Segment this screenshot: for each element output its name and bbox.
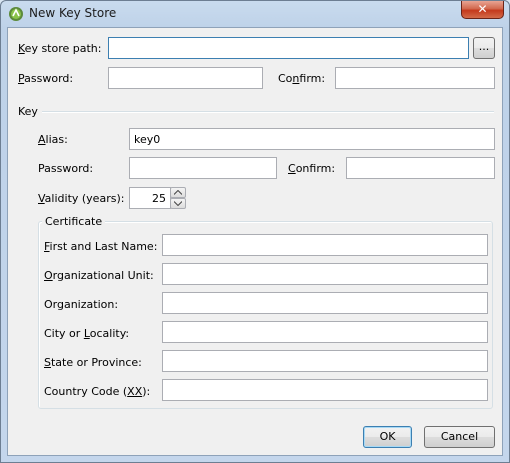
city-input[interactable]	[162, 321, 488, 343]
key-section-label: Key	[18, 105, 38, 118]
keystore-confirm-label: Confirm:	[278, 72, 326, 85]
key-separator	[42, 111, 494, 113]
alias-label: Alias:	[38, 133, 68, 146]
title-bar[interactable]: New Key Store ✕	[1, 1, 509, 27]
validity-input[interactable]	[129, 187, 171, 209]
country-code-label: Country Code (XX):	[44, 385, 151, 398]
close-button[interactable]: ✕	[461, 1, 504, 19]
organizational-unit-label: Organizational Unit:	[44, 269, 154, 282]
organizational-unit-input[interactable]	[162, 263, 488, 285]
keystore-password-label: Password:	[18, 72, 74, 85]
keystore-confirm-input[interactable]	[335, 67, 495, 89]
key-password-input[interactable]	[129, 157, 277, 179]
full-name-input[interactable]	[162, 234, 488, 256]
validity-up-button[interactable]	[170, 187, 186, 198]
certificate-group-label: Certificate	[42, 215, 106, 228]
country-code-input[interactable]	[162, 379, 488, 401]
state-input[interactable]	[162, 350, 488, 372]
browse-button[interactable]: ...	[473, 37, 495, 59]
validity-down-button[interactable]	[170, 198, 186, 209]
key-confirm-label: Confirm:	[288, 162, 336, 175]
ok-button[interactable]: OK	[363, 426, 412, 448]
state-label: State or Province:	[44, 356, 142, 369]
full-name-label: First and Last Name:	[44, 240, 158, 253]
validity-label: Validity (years):	[38, 192, 125, 205]
cancel-button[interactable]: Cancel	[424, 426, 495, 448]
keystore-password-input[interactable]	[108, 67, 263, 89]
key-confirm-input[interactable]	[346, 157, 495, 179]
key-password-label: Password:	[38, 162, 94, 175]
close-icon: ✕	[477, 2, 488, 16]
keystore-path-input[interactable]	[108, 37, 469, 59]
organization-input[interactable]	[162, 292, 488, 314]
dialog-content: Key store path: ... Password: Confirm: K…	[7, 27, 503, 456]
new-key-store-dialog: New Key Store ✕ Key store path: ... Pass…	[0, 0, 510, 463]
keystore-path-label: Key store path:	[18, 42, 102, 55]
window-title: New Key Store	[29, 6, 117, 20]
chevron-up-icon	[174, 190, 182, 195]
chevron-down-icon	[174, 201, 182, 206]
alias-input[interactable]	[129, 128, 495, 150]
organization-label: Organization:	[44, 298, 119, 311]
android-studio-icon	[9, 7, 23, 21]
city-label: City or Locality:	[44, 327, 130, 340]
